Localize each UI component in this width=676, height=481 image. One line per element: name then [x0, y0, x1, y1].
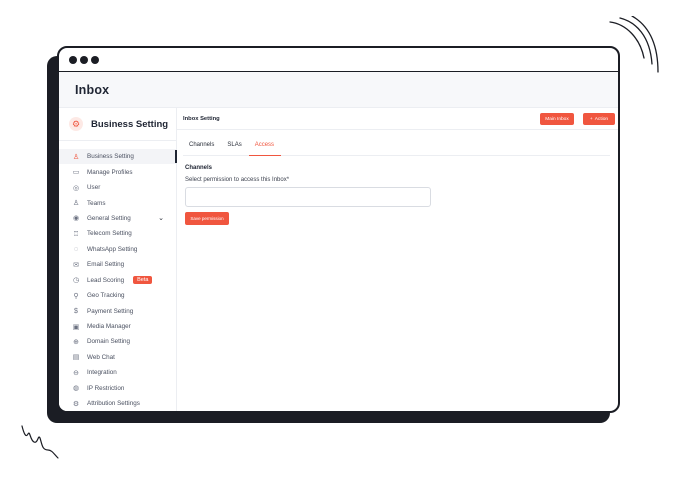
action-button[interactable]: + Action — [583, 113, 615, 125]
chat-icon: ▤ — [72, 354, 80, 362]
sidebar-item-label: Lead Scoring — [87, 276, 125, 284]
sidebar-item-label: Domain Setting — [87, 338, 131, 346]
geo-icon: ⚲ — [73, 292, 79, 300]
sidebar-item-domain-setting[interactable]: ⊕ Domain Setting — [59, 334, 176, 349]
app-window: Inbox ⚙ Business Setting ♙ Business Setti… — [57, 46, 620, 413]
window-dot-3 — [91, 55, 99, 64]
team-icon: ♙ — [72, 200, 80, 208]
gauge-icon: ◷ — [72, 277, 80, 285]
sidebar-item-general-setting[interactable]: ◉ General Setting ⌄ — [59, 211, 176, 226]
sidebar-item-label: Media Manager — [87, 323, 131, 331]
sidebar-item-integration[interactable]: ⊖ Integration — [59, 365, 176, 380]
sidebar-item-payment-setting[interactable]: $ Payment Setting — [59, 303, 176, 318]
window-dot-1 — [69, 55, 77, 64]
email-icon: ✉ — [73, 261, 79, 269]
main-inbox-label: Main Inbox — [545, 116, 569, 122]
permission-label: Select permission to access this Inbox* — [185, 177, 290, 183]
sidebar-item-label: Email Setting — [87, 261, 125, 269]
location-pin-icon: ◍ — [72, 385, 80, 393]
main-inbox-button[interactable]: Main Inbox — [540, 113, 574, 125]
id-card-icon: ▭ — [72, 169, 80, 177]
sidebar-item-label: Attribution Settings — [87, 400, 140, 408]
save-permission-button[interactable]: Save permission — [185, 212, 229, 225]
access-content: Channels Select permission to access thi… — [177, 156, 618, 225]
tab-channels[interactable]: Channels — [183, 142, 221, 155]
whatsapp-icon: ◌ — [73, 245, 79, 253]
sidebar-item-label: Integration — [87, 369, 117, 377]
sidebar-item-label: Geo Tracking — [87, 292, 125, 300]
user-icon: ♙ — [72, 153, 80, 161]
squiggle-decoration — [21, 425, 59, 459]
action-label: Action — [594, 116, 609, 122]
section-heading: Channels — [185, 165, 213, 171]
settings-gear-icon: ⚙ — [69, 117, 83, 131]
window-titlebar — [59, 48, 618, 72]
tab-access[interactable]: Access — [248, 142, 282, 156]
sidebar-title: Business Setting — [91, 118, 169, 130]
permission-select[interactable] — [185, 187, 431, 207]
image-icon: ▣ — [72, 323, 80, 331]
tab-bar: Channels SLAs Access — [183, 130, 610, 156]
chevron-down-icon[interactable]: ⌄ — [158, 214, 164, 222]
dollar-icon: $ — [74, 307, 78, 315]
sidebar-item-label: Telecom Setting — [87, 230, 132, 238]
sidebar-item-telecom-setting[interactable]: ♖ Telecom Setting — [59, 226, 176, 241]
sidebar-item-label: General Setting — [87, 214, 131, 222]
sidebar-menu: ♙ Business Setting ▭ Manage Profiles ◎ User ♙ T… — [59, 141, 177, 411]
main-panel: Inbox Setting Main Inbox + Action Channe… — [177, 108, 618, 411]
tower-icon: ♖ — [72, 230, 80, 238]
integration-icon: ⊖ — [73, 369, 79, 377]
sidebar-item-email-setting[interactable]: ✉ Email Setting — [59, 257, 176, 272]
sidebar-item-business-setting[interactable]: ♙ Business Setting — [59, 149, 177, 165]
window-dot-2 — [80, 55, 88, 64]
globe-icon: ⊕ — [73, 338, 79, 346]
sidebar-item-label: Payment Setting — [87, 307, 134, 315]
sidebar-item-lead-scoring[interactable]: ◷ Lead Scoring Beta — [59, 273, 176, 288]
sidebar-item-attribution-settings[interactable]: ⚙ Attribution Settings — [59, 396, 176, 411]
sidebar: ⚙ Business Setting ♙ Business Setting ▭ Man… — [59, 108, 177, 411]
sidebar-item-manage-profiles[interactable]: ▭ Manage Profiles — [59, 164, 176, 179]
body-area: ⚙ Business Setting ♙ Business Setting ▭ Man… — [59, 108, 618, 411]
sidebar-header: ⚙ Business Setting — [59, 108, 176, 141]
sidebar-item-media-manager[interactable]: ▣ Media Manager — [59, 319, 176, 334]
sidebar-item-whatsapp-setting[interactable]: ◌ WhatsApp Setting — [59, 242, 176, 257]
sidebar-item-user[interactable]: ◎ User — [59, 180, 176, 195]
sidebar-item-label: WhatsApp Setting — [87, 245, 138, 253]
user-circle-icon: ◎ — [72, 184, 80, 192]
sidebar-item-web-chat[interactable]: ▤ Web Chat — [59, 350, 176, 365]
sidebar-item-label: IP Restriction — [87, 384, 125, 392]
sidebar-item-label: User — [87, 184, 101, 192]
plus-icon: + — [589, 116, 593, 122]
sidebar-item-label: Teams — [87, 199, 106, 207]
save-permission-label: Save permission — [190, 216, 224, 221]
settings-circle-icon: ◉ — [72, 215, 80, 223]
tab-slas[interactable]: SLAs — [221, 142, 248, 155]
sidebar-item-ip-restriction[interactable]: ◍ IP Restriction — [59, 381, 176, 396]
sidebar-item-teams[interactable]: ♙ Teams — [59, 195, 176, 210]
sidebar-item-label: Web Chat — [87, 353, 115, 361]
sidebar-item-label: Manage Profiles — [87, 168, 133, 176]
gear-icon: ⚙ — [72, 400, 80, 408]
sidebar-item-label: Business Setting — [87, 153, 134, 161]
app-header: Inbox — [59, 72, 618, 108]
app-title: Inbox — [75, 82, 110, 97]
sidebar-item-geo-tracking[interactable]: ⚲ Geo Tracking — [59, 288, 176, 303]
inbox-setting-title: Inbox Setting — [183, 115, 220, 122]
beta-badge: Beta — [133, 276, 153, 285]
